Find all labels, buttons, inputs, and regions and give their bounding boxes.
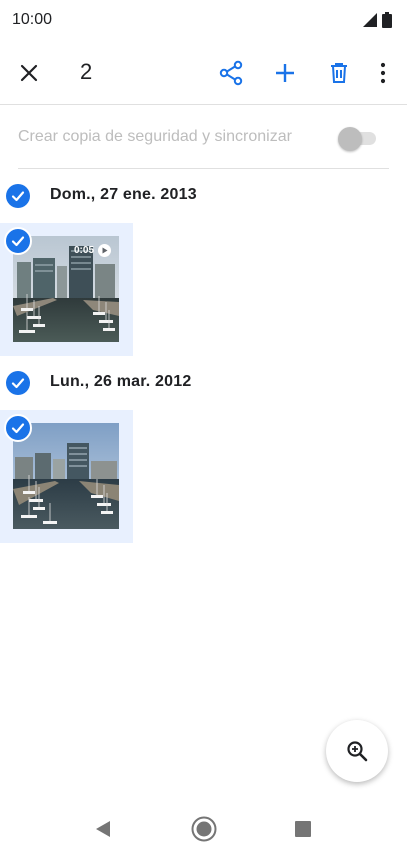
- zoom-button[interactable]: [326, 720, 388, 782]
- add-button[interactable]: [269, 57, 301, 89]
- cell-signal-icon: [363, 13, 377, 27]
- zoom-in-icon: [347, 741, 368, 762]
- battery-icon: [382, 12, 392, 28]
- delete-button[interactable]: [323, 57, 355, 89]
- nav-home-button[interactable]: [190, 815, 218, 848]
- selected-count: 2: [80, 59, 93, 84]
- add-icon: [276, 64, 294, 82]
- group-date: Lun., 26 mar. 2012: [50, 373, 192, 390]
- close-selection-button[interactable]: [15, 59, 43, 87]
- nav-back-icon: [96, 821, 110, 837]
- nav-recents-button[interactable]: [294, 820, 312, 843]
- group-select-check[interactable]: [6, 371, 30, 395]
- status-bar: 10:00: [0, 0, 407, 40]
- media-tile-video[interactable]: 0:05: [0, 223, 133, 356]
- status-time: 10:00: [12, 11, 53, 28]
- date-header[interactable]: Lun., 26 mar. 2012: [0, 368, 407, 398]
- group-select-check[interactable]: [6, 184, 30, 208]
- nav-back-button[interactable]: [94, 820, 112, 843]
- play-icon: [98, 244, 112, 257]
- more-options-button[interactable]: [367, 57, 399, 89]
- media-tile-photo[interactable]: [0, 410, 133, 543]
- share-button[interactable]: [215, 57, 247, 89]
- video-info: 0:05: [74, 244, 112, 257]
- delete-icon: [331, 63, 347, 83]
- check-icon: [11, 423, 25, 434]
- backup-sync-row[interactable]: Crear copia de seguridad y sincronizar: [0, 116, 407, 160]
- toolbar-divider: [0, 104, 407, 105]
- navigation-bar: [0, 800, 407, 856]
- share-icon: [219, 60, 243, 86]
- nav-recents-icon: [295, 821, 311, 837]
- toggle-thumb: [338, 127, 362, 151]
- backup-sync-label: Crear copia de seguridad y sincronizar: [18, 128, 292, 145]
- harbor-photo: [13, 423, 119, 529]
- group-date: Dom., 27 ene. 2013: [50, 186, 197, 203]
- close-icon: [20, 64, 38, 82]
- check-icon: [11, 236, 25, 247]
- item-select-check[interactable]: [4, 227, 32, 255]
- nav-home-icon: [191, 816, 217, 842]
- item-select-check[interactable]: [4, 414, 32, 442]
- photo-thumbnail: [13, 423, 119, 529]
- backup-divider: [18, 168, 389, 169]
- check-icon: [11, 378, 25, 389]
- more-vert-icon: [380, 62, 386, 84]
- selection-toolbar: 2: [0, 45, 407, 101]
- video-duration: 0:05: [74, 245, 95, 256]
- backup-sync-toggle[interactable]: [338, 126, 378, 151]
- date-header[interactable]: Dom., 27 ene. 2013: [0, 181, 407, 211]
- check-icon: [11, 191, 25, 202]
